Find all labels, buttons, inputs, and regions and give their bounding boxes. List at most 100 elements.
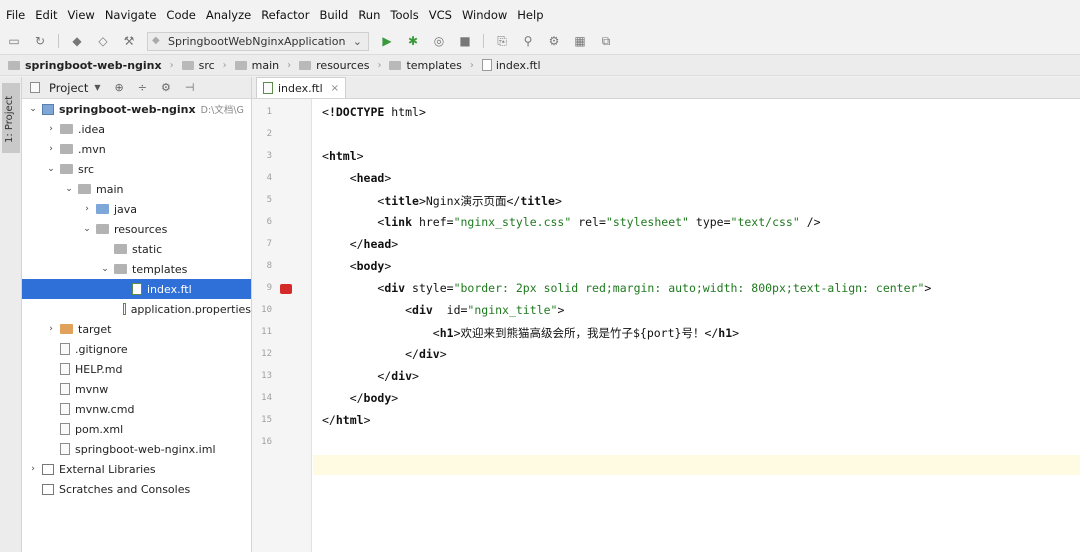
run-icon[interactable]: ▶ (379, 33, 395, 49)
folder-icon (299, 60, 312, 70)
breadcrumb-label: index.ftl (495, 58, 541, 72)
chevron-right-icon[interactable]: › (82, 204, 92, 214)
coverage-icon[interactable]: ◎ (431, 33, 447, 49)
folder-icon (96, 224, 109, 234)
chevron-down-icon[interactable]: ⌄ (64, 184, 74, 194)
menu-edit[interactable]: Edit (35, 8, 57, 22)
tree-item[interactable]: › .idea (22, 119, 251, 139)
tree-item[interactable]: › java (22, 199, 251, 219)
code-editor[interactable]: 1 2 3 4 5 6 7 8 9 10 11 12 13 14 15 16 <!DOCTYPE html> <… (252, 99, 1080, 552)
chevron-down-icon[interactable]: ⌄ (100, 264, 110, 274)
back-icon[interactable]: ◆ (69, 33, 85, 49)
menu-tools[interactable]: Tools (390, 8, 418, 22)
menu-vcs[interactable]: VCS (429, 8, 452, 22)
menu-navigate[interactable]: Navigate (105, 8, 157, 22)
tree-item[interactable]: springboot-web-nginx.iml (22, 439, 251, 459)
menu-file[interactable]: File (6, 8, 25, 22)
breadcrumb-item-file[interactable]: index.ftl (481, 58, 541, 72)
tree-item[interactable]: ⌄ templates (22, 259, 251, 279)
run-configuration-select[interactable]: ◆ SpringbootWebNginxApplication ⌄ (147, 31, 369, 51)
line-number-gutter[interactable]: 1 2 3 4 5 6 7 8 9 10 11 12 13 14 15 16 (252, 99, 312, 552)
code-line: <html> (322, 149, 364, 163)
stop-icon[interactable]: ■ (457, 33, 473, 49)
project-tool-tab[interactable]: 1: Project (2, 83, 20, 153)
tree-item[interactable]: index.ftl (22, 279, 251, 299)
menu-window[interactable]: Window (462, 8, 507, 22)
breadcrumb-item-templates[interactable]: templates (389, 59, 462, 72)
close-icon[interactable]: × (331, 83, 339, 94)
hide-icon[interactable]: ⊣ (185, 81, 195, 94)
menu-code[interactable]: Code (166, 8, 195, 22)
tree-item[interactable]: ⌄ springboot-web-nginx D:\文档\G (22, 99, 251, 119)
folder-icon (78, 184, 91, 194)
chevron-down-icon[interactable]: ⌄ (82, 224, 92, 234)
chevron-down-icon[interactable]: ⌄ (46, 164, 56, 174)
tree-item[interactable]: mvnw (22, 379, 251, 399)
tree-item[interactable]: ⌄ resources (22, 219, 251, 239)
editor-tab-bar: index.ftl × (252, 77, 1080, 99)
run-configuration-label: SpringbootWebNginxApplication (168, 34, 346, 48)
menu-run[interactable]: Run (358, 8, 380, 22)
menu-refactor[interactable]: Refactor (261, 8, 309, 22)
rebuild-icon[interactable]: ⎘ (494, 33, 510, 49)
tree-item[interactable]: › .mvn (22, 139, 251, 159)
file-icon (132, 283, 142, 295)
chevron-right-icon[interactable]: › (28, 464, 38, 474)
breadcrumb-item-project[interactable]: springboot-web-nginx (8, 59, 162, 72)
code-line: <head> (322, 171, 392, 185)
save-icon[interactable]: ▭ (6, 33, 22, 49)
breadcrumb-item-resources[interactable]: resources (299, 59, 369, 72)
sync-icon[interactable]: ↻ (32, 33, 48, 49)
tree-item[interactable]: mvnw.cmd (22, 399, 251, 419)
tree-item[interactable]: ⌄ src (22, 159, 251, 179)
tree-item[interactable]: static (22, 239, 251, 259)
chevron-right-icon[interactable]: › (46, 124, 56, 134)
tree-item-label: springboot-web-nginx (59, 102, 196, 116)
menu-analyze[interactable]: Analyze (206, 8, 251, 22)
tree-item[interactable]: › External Libraries (22, 459, 251, 479)
vcs-icon[interactable]: ⧉ (598, 33, 614, 49)
line-number: 6 (266, 217, 272, 227)
tab-index-ftl[interactable]: index.ftl × (256, 77, 347, 98)
chevron-down-icon[interactable]: ⌄ (28, 104, 38, 114)
breadcrumb-separator: › (222, 59, 227, 71)
debug-icon[interactable]: ✱ (405, 33, 421, 49)
menu-help[interactable]: Help (517, 8, 543, 22)
project-panel-title[interactable]: Project (49, 81, 88, 95)
line-number: 14 (261, 393, 272, 403)
code-line: <title>Nginx演示页面</title> (322, 194, 562, 208)
module-icon (42, 103, 54, 115)
chevron-down-icon[interactable]: ▼ (94, 83, 100, 92)
breadcrumb-item-main[interactable]: main (234, 59, 279, 72)
tree-item-label: .mvn (78, 142, 106, 156)
menu-build[interactable]: Build (319, 8, 348, 22)
tree-item[interactable]: HELP.md (22, 359, 251, 379)
tree-item[interactable]: › target (22, 319, 251, 339)
tree-item-label: pom.xml (75, 422, 124, 436)
chevron-right-icon[interactable]: › (46, 324, 56, 334)
chevron-right-icon[interactable]: › (46, 144, 56, 154)
tree-item[interactable]: .gitignore (22, 339, 251, 359)
tree-item[interactable]: Scratches and Consoles (22, 479, 251, 499)
breakpoint-icon[interactable] (280, 284, 292, 294)
wrench-icon[interactable]: ⚲ (520, 33, 536, 49)
code-line: <body> (322, 259, 392, 273)
code-line: <div id="nginx_title"> (322, 303, 565, 317)
menu-view[interactable]: View (68, 8, 95, 22)
tree-item[interactable]: ⌄ main (22, 179, 251, 199)
forward-icon[interactable]: ◇ (95, 33, 111, 49)
breadcrumb-item-src[interactable]: src (181, 59, 215, 72)
tree-item[interactable]: pom.xml (22, 419, 251, 439)
library-icon (42, 463, 54, 475)
folder-icon (389, 60, 402, 70)
structure-icon[interactable]: ▦ (572, 33, 588, 49)
project-tool-tab-label: 1: Project (4, 95, 15, 143)
build-icon[interactable]: ⚒ (121, 33, 137, 49)
main-toolbar: ▭ ↻ ◆ ◇ ⚒ ◆ SpringbootWebNginxApplicatio… (0, 30, 1080, 52)
locate-icon[interactable]: ⊕ (115, 81, 124, 94)
tree-item[interactable]: application.properties (22, 299, 251, 319)
collapse-icon[interactable]: ÷ (138, 81, 147, 94)
editor-area: index.ftl × 1 2 3 4 5 6 7 8 9 10 11 12 13 14 15 16 <!DO… (252, 77, 1080, 552)
gear-icon[interactable]: ⚙ (161, 81, 171, 94)
settings-icon[interactable]: ⚙ (546, 33, 562, 49)
